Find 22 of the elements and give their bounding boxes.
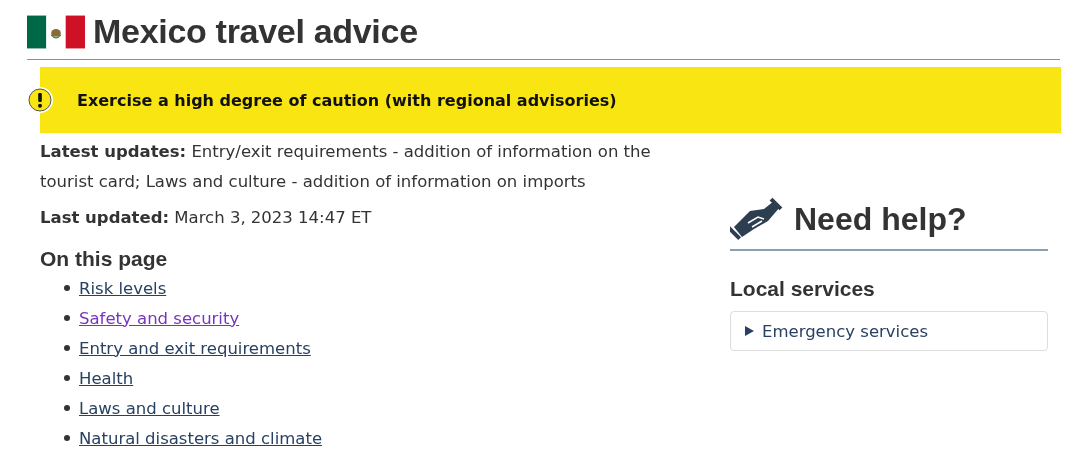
expandable-section[interactable]: Emergency services	[730, 311, 1048, 351]
bullet-icon	[64, 285, 70, 291]
bullet-icon	[64, 435, 70, 441]
bullet-icon	[64, 315, 70, 321]
last-updated-text: Last updated: March 3, 2023 14:47 ET	[40, 207, 373, 229]
advisory-text: Exercise a high degree of caution (with regional advisories)	[77, 90, 617, 110]
local-services-heading: Local services	[730, 277, 876, 301]
page-link[interactable]: Health	[79, 368, 134, 388]
page-title: Mexico travel advice	[93, 12, 418, 51]
triangle-icon	[745, 326, 754, 336]
bullet-icon	[64, 405, 70, 411]
mexico-flag-icon	[27, 14, 85, 49]
page-link[interactable]: Laws and culture	[79, 398, 220, 418]
bullet-icon	[64, 375, 70, 381]
section-heading: On this page	[40, 247, 169, 271]
page-link[interactable]: Safety and security	[79, 308, 240, 328]
bullet-icon	[64, 345, 70, 351]
page-link[interactable]: Entry and exit requirements	[79, 338, 311, 358]
page-link[interactable]: Natural disasters and climate	[79, 428, 323, 448]
page-link[interactable]: Risk levels	[79, 278, 167, 298]
help-heading: Need help?	[794, 200, 967, 238]
latest-updates-text: Latest updates: Entry/exit requirements - addition of information on the tourist card; Laws and culture - addition of information on imports	[40, 141, 652, 193]
